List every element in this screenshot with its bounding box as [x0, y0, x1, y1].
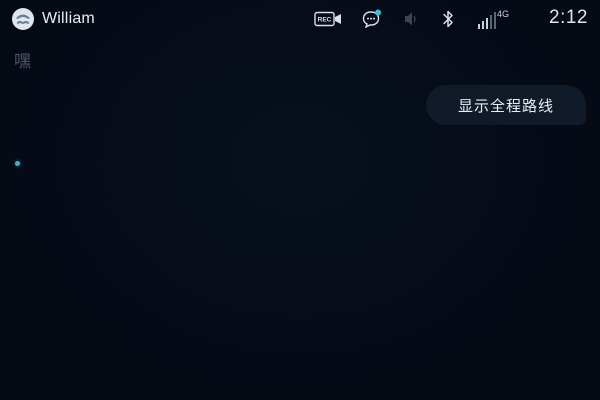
avatar[interactable]: [12, 8, 34, 30]
avatar-icon: [16, 14, 30, 24]
username: William: [42, 10, 95, 27]
screen: William REC 4G 2:12 嘿 显示全程路线: [0, 0, 600, 400]
network-type-label: 4G: [497, 9, 510, 19]
signal-icon: [478, 12, 496, 29]
user-profile[interactable]: William: [12, 8, 95, 30]
show-full-route-label: 显示全程路线: [457, 96, 554, 115]
clock: 2:12: [549, 7, 588, 28]
message-icon[interactable]: [362, 9, 382, 28]
bluetooth-icon[interactable]: [441, 9, 455, 29]
svg-text:REC: REC: [318, 17, 332, 24]
voice-prompt-text: 嘿: [14, 52, 31, 72]
listening-indicator-dot: [15, 161, 20, 166]
show-full-route-button[interactable]: 显示全程路线: [426, 85, 586, 125]
status-bar: William REC 4G 2:12: [0, 0, 600, 38]
volume-icon[interactable]: [403, 10, 417, 28]
rec-icon[interactable]: REC: [314, 11, 342, 27]
